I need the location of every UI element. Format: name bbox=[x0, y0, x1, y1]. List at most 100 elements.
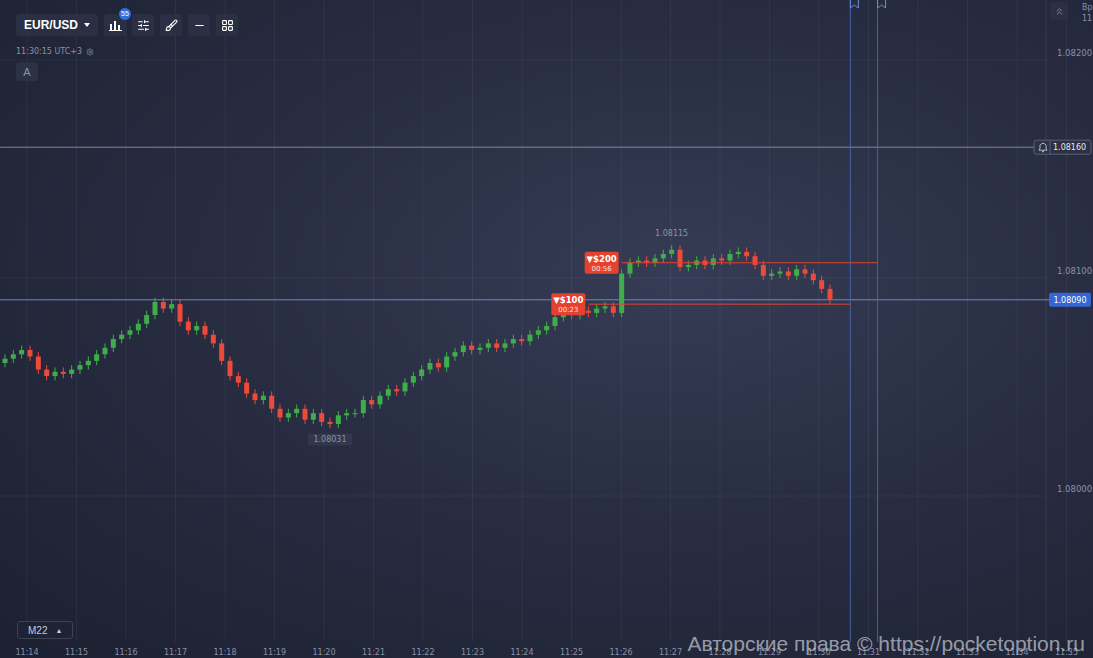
timeframe-button[interactable]: M22▲ bbox=[17, 621, 73, 639]
trade-marker[interactable]: ▼$10000:23 bbox=[551, 293, 585, 315]
candle bbox=[494, 339, 499, 352]
candle bbox=[461, 341, 466, 356]
gear-icon[interactable] bbox=[86, 48, 94, 56]
candle bbox=[119, 330, 124, 343]
time-tick: 11:29 bbox=[758, 648, 781, 657]
time-tick: 11:22 bbox=[411, 648, 434, 657]
candle bbox=[44, 365, 49, 380]
candle bbox=[803, 265, 808, 278]
grid-line bbox=[373, 0, 374, 642]
time-tick: 11:32 bbox=[906, 648, 929, 657]
candle bbox=[519, 335, 524, 346]
candle bbox=[644, 256, 649, 267]
candle bbox=[53, 367, 58, 380]
candle bbox=[103, 343, 108, 358]
candle bbox=[819, 276, 824, 293]
collapse-button[interactable] bbox=[1050, 2, 1068, 20]
candle bbox=[328, 418, 333, 429]
sliders-icon bbox=[137, 19, 150, 32]
trade-marker[interactable]: ▼$20000:56 bbox=[585, 252, 619, 274]
candle bbox=[161, 298, 166, 313]
candle bbox=[253, 389, 258, 404]
candle bbox=[86, 356, 91, 369]
grid-line bbox=[720, 0, 721, 642]
high-label: 1.08115 bbox=[655, 229, 688, 238]
candle bbox=[603, 302, 608, 313]
price-tick: 1.08100 bbox=[1057, 266, 1092, 276]
candle bbox=[3, 354, 8, 367]
expiry-flag-icon bbox=[850, 0, 858, 8]
minus-icon bbox=[193, 19, 206, 32]
candle bbox=[153, 298, 158, 320]
time-tick: 11:23 bbox=[461, 648, 484, 657]
candle bbox=[778, 267, 783, 278]
candle bbox=[244, 378, 249, 398]
time-tick: 11:35 bbox=[1055, 648, 1078, 657]
time-tick: 11:26 bbox=[609, 648, 632, 657]
candle bbox=[169, 300, 174, 313]
candle bbox=[294, 404, 299, 417]
settings-button[interactable] bbox=[132, 14, 154, 36]
trading-page: 1.081151.08031▼$20000:56▼$10000:231.0820… bbox=[0, 0, 1093, 658]
drawing-button[interactable] bbox=[160, 14, 182, 36]
candle bbox=[711, 254, 716, 269]
candle bbox=[128, 326, 133, 339]
candle bbox=[36, 352, 41, 374]
grid-line bbox=[1066, 0, 1067, 642]
candle bbox=[744, 247, 749, 260]
expiry-line bbox=[850, 0, 851, 642]
candle bbox=[269, 391, 274, 413]
price-axis-border bbox=[1046, 0, 1047, 642]
candle bbox=[444, 352, 449, 372]
price-chart[interactable]: 1.081151.08031▼$20000:56▼$10000:231.0820… bbox=[0, 0, 1093, 658]
alert-price-label[interactable]: 1.08160 bbox=[1034, 140, 1091, 154]
trade[interactable]: ▼$10000:23 bbox=[551, 0, 858, 642]
time-tick: 11:15 bbox=[65, 648, 88, 657]
price-tick: 1.08000 bbox=[1057, 484, 1092, 494]
svg-text:00:23: 00:23 bbox=[558, 306, 578, 314]
current-price-line bbox=[0, 299, 1049, 300]
candle bbox=[386, 385, 391, 400]
grid-line bbox=[918, 0, 919, 642]
candle bbox=[236, 372, 241, 387]
candle bbox=[61, 367, 66, 378]
indicators-button[interactable]: 55 bbox=[104, 14, 126, 36]
time-tick: 11:27 bbox=[659, 648, 682, 657]
time-tick: 11:19 bbox=[263, 648, 286, 657]
candle bbox=[69, 365, 74, 378]
candle bbox=[453, 348, 458, 361]
candle bbox=[219, 339, 224, 365]
line-button[interactable] bbox=[188, 14, 210, 36]
symbol-button[interactable]: EUR/USD bbox=[16, 14, 98, 36]
chevrons-up-icon bbox=[1054, 6, 1065, 17]
toolbar: EUR/USD 55 bbox=[16, 14, 238, 36]
grid-line bbox=[967, 0, 968, 642]
time-tick: 11:30 bbox=[807, 648, 830, 657]
candle bbox=[303, 404, 308, 424]
time-tick: 11:33 bbox=[956, 648, 979, 657]
corner-label: Вр bbox=[1082, 2, 1093, 13]
candle bbox=[228, 356, 233, 380]
grid-line bbox=[819, 0, 820, 642]
layout-button[interactable] bbox=[216, 14, 238, 36]
alert-line[interactable] bbox=[0, 147, 1034, 148]
candle bbox=[436, 359, 441, 372]
candle bbox=[469, 341, 474, 354]
expiry-line bbox=[877, 0, 878, 642]
svg-text:1.08031: 1.08031 bbox=[313, 435, 346, 444]
drawing-mode-button[interactable]: A bbox=[16, 62, 38, 81]
candle bbox=[544, 322, 549, 335]
clock: 11:30:15 UTC+3 bbox=[16, 47, 94, 56]
candle bbox=[528, 330, 533, 345]
candle bbox=[286, 409, 291, 422]
grid-line bbox=[571, 0, 572, 642]
candle bbox=[419, 365, 424, 380]
trade[interactable]: ▼$20000:56 bbox=[585, 0, 886, 642]
bell-icon bbox=[1039, 143, 1047, 152]
grid-line bbox=[522, 0, 523, 642]
candle bbox=[586, 306, 591, 317]
trade-line bbox=[588, 304, 850, 305]
candle bbox=[669, 245, 674, 258]
grid-line bbox=[27, 0, 28, 642]
brush-icon bbox=[165, 19, 178, 32]
